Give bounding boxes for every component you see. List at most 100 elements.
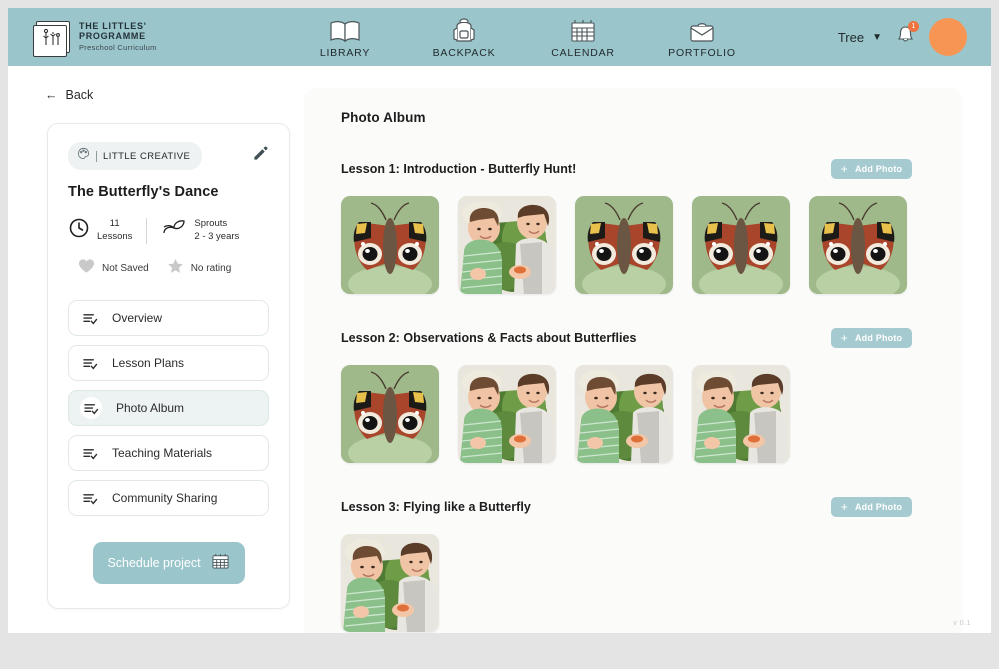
photo-thumbnail[interactable] <box>458 196 556 294</box>
lesson-block: Lesson 2: Observations & Facts about But… <box>341 328 935 463</box>
nav-item-calendar[interactable]: CALENDAR <box>540 15 626 59</box>
book-plants-icon <box>33 21 70 57</box>
photo-thumbnail[interactable] <box>458 365 556 463</box>
sidebar-label-photo-album: Photo Album <box>116 401 185 415</box>
add-photo-button[interactable]: + Add Photo <box>831 497 912 517</box>
chevron-down-icon[interactable]: ▼ <box>872 32 882 43</box>
meta-age-text: Sprouts 2 - 3 years <box>194 218 239 243</box>
save-status[interactable]: Not Saved <box>78 258 149 279</box>
lessons-label: Lessons <box>97 230 133 242</box>
brand-line-2: Programme <box>79 30 146 41</box>
lesson-header: Lesson 2: Observations & Facts about But… <box>341 328 935 348</box>
header-user-controls: Tree ▼ 1 <box>838 18 967 56</box>
project-status-row: Not Saved No rating <box>68 258 269 279</box>
lessons-count: 11 <box>109 218 120 230</box>
photo-thumbnail[interactable] <box>341 534 439 632</box>
photo-thumbnail[interactable] <box>341 365 439 463</box>
avatar[interactable] <box>929 18 967 56</box>
photo-thumbnail[interactable] <box>575 196 673 294</box>
category-badge-label: LITTLE CREATIVE <box>96 150 190 162</box>
plus-icon: + <box>840 500 848 514</box>
lesson-block: Lesson 1: Introduction - Butterfly Hunt!… <box>341 159 935 294</box>
nav-item-backpack[interactable]: BACKPACK <box>421 15 507 59</box>
list-check-icon <box>83 492 98 505</box>
sidebar-item-lesson-plans[interactable]: Lesson Plans <box>68 345 269 381</box>
back-label: Back <box>65 88 94 102</box>
briefcase-icon <box>687 17 717 44</box>
save-status-label: Not Saved <box>102 263 149 274</box>
photo-album-panel: Photo Album Lesson 1: Introduction - But… <box>305 88 961 633</box>
lesson-header: Lesson 1: Introduction - Butterfly Hunt!… <box>341 159 935 179</box>
notification-badge: 1 <box>908 21 919 32</box>
schedule-project-button[interactable]: Schedule project <box>92 542 245 584</box>
photo-thumbnail[interactable] <box>809 196 907 294</box>
nav-label-library: LIBRARY <box>319 47 371 59</box>
sidebar: ← Back LITTLE CREATIVE The Butterfly's D… <box>8 66 308 633</box>
list-check-icon <box>83 447 98 460</box>
sidebar-label-community-sharing: Community Sharing <box>112 491 218 505</box>
lesson-header: Lesson 3: Flying like a Butterfly + Add … <box>341 497 935 517</box>
schedule-button-wrap: Schedule project <box>68 542 269 584</box>
photo-row <box>341 365 935 463</box>
pencil-icon[interactable] <box>252 145 269 167</box>
list-check-icon <box>83 312 98 325</box>
meta-age: Sprouts 2 - 3 years <box>161 218 239 243</box>
sidebar-item-photo-album[interactable]: Photo Album <box>68 390 269 426</box>
plus-icon: + <box>840 331 848 345</box>
lesson-block: Lesson 3: Flying like a Butterfly + Add … <box>341 497 935 632</box>
bell-icon[interactable]: 1 <box>896 21 919 50</box>
version-label: v 0.1 <box>953 620 971 627</box>
meta-lessons-text: 11 Lessons <box>97 218 132 243</box>
add-photo-label: Add Photo <box>854 502 903 512</box>
panel-title: Photo Album <box>341 110 426 125</box>
main-nav: LIBRARY BACKPACK CALENDAR PORTFOLIO <box>302 15 745 59</box>
nav-item-library[interactable]: LIBRARY <box>302 15 388 59</box>
app-frame: The Littles' Programme Preschool Curricu… <box>8 8 991 633</box>
category-badge: LITTLE CREATIVE <box>68 142 203 170</box>
calendar-icon <box>211 553 230 573</box>
photo-thumbnail[interactable] <box>575 365 673 463</box>
photo-row <box>341 196 935 294</box>
list-check-icon <box>80 397 102 419</box>
nav-label-backpack: BACKPACK <box>432 47 496 59</box>
add-photo-label: Add Photo <box>854 333 903 343</box>
lesson-title: Lesson 1: Introduction - Butterfly Hunt! <box>341 162 577 176</box>
page-title: The Butterfly's Dance <box>68 184 219 200</box>
project-meta-row: 11 Lessons Sprouts 2 - 3 years <box>68 217 269 244</box>
brand-logo[interactable]: The Littles' Programme Preschool Curricu… <box>33 21 286 57</box>
brand-text: The Littles' Programme Preschool Curricu… <box>79 22 157 52</box>
rating-status[interactable]: No rating <box>167 258 232 279</box>
photo-thumbnail[interactable] <box>692 365 790 463</box>
add-photo-button[interactable]: + Add Photo <box>831 159 912 179</box>
sprout-icon <box>161 218 187 243</box>
list-check-icon <box>83 357 98 370</box>
back-link[interactable]: ← Back <box>45 88 308 102</box>
palette-icon <box>77 147 90 165</box>
sidebar-label-teaching-materials: Teaching Materials <box>112 446 213 460</box>
project-card: LITTLE CREATIVE The Butterfly's Dance 11… <box>47 123 290 609</box>
meta-lessons: 11 Lessons <box>68 217 132 244</box>
backpack-icon <box>450 17 478 44</box>
brand-subtitle: Preschool Curriculum <box>79 42 157 52</box>
heart-icon <box>78 258 95 279</box>
photo-thumbnail[interactable] <box>341 196 439 294</box>
sidebar-item-teaching-materials[interactable]: Teaching Materials <box>68 435 269 471</box>
rating-status-label: No rating <box>190 263 232 274</box>
nav-label-portfolio: PORTFOLIO <box>668 47 736 59</box>
add-photo-button[interactable]: + Add Photo <box>831 328 912 348</box>
arrow-left-icon: ← <box>45 88 58 102</box>
nav-item-portfolio[interactable]: PORTFOLIO <box>659 15 745 59</box>
app-header: The Littles' Programme Preschool Curricu… <box>8 8 991 66</box>
sidebar-label-lesson-plans: Lesson Plans <box>112 356 185 370</box>
page-content: ← Back LITTLE CREATIVE The Butterfly's D… <box>8 66 991 633</box>
user-name[interactable]: Tree <box>838 30 864 45</box>
photo-thumbnail[interactable] <box>692 196 790 294</box>
sidebar-item-overview[interactable]: Overview <box>68 300 269 336</box>
clock-icon <box>68 217 90 244</box>
project-nav-list: Overview Lesson Plans Photo Album Teachi… <box>68 300 269 516</box>
sidebar-item-community-sharing[interactable]: Community Sharing <box>68 480 269 516</box>
schedule-project-label: Schedule project <box>107 556 201 570</box>
photo-row <box>341 534 935 632</box>
lesson-title: Lesson 3: Flying like a Butterfly <box>341 500 531 514</box>
add-photo-label: Add Photo <box>854 164 903 174</box>
